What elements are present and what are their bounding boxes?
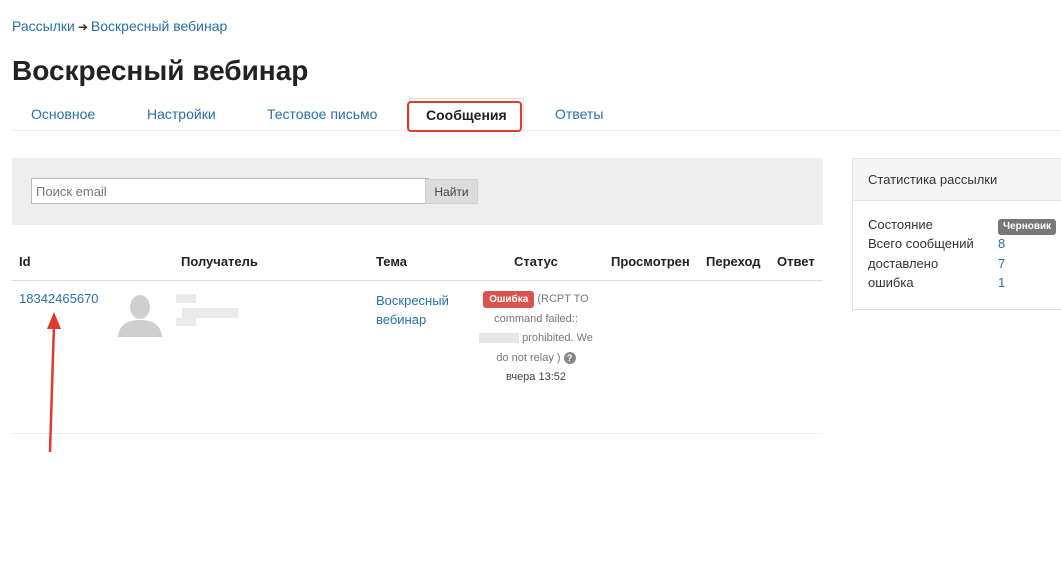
stats-error-label: ошибка xyxy=(868,275,914,290)
recipient-blurred-extra xyxy=(176,318,196,326)
stats-title: Статистика рассылки xyxy=(853,159,1061,201)
status-blurred-address xyxy=(479,333,520,344)
stats-state-label: Состояние xyxy=(868,217,933,232)
stats-state-value: Черновик xyxy=(998,217,1057,235)
tab-settings[interactable]: Настройки xyxy=(147,98,216,130)
draft-badge: Черновик xyxy=(998,219,1057,235)
breadcrumb-current-link[interactable]: Воскресный вебинар xyxy=(91,18,227,34)
table-header-divider xyxy=(12,280,823,281)
breadcrumb: Рассылки ➜ Воскресный вебинар xyxy=(12,18,227,34)
error-badge: Ошибка xyxy=(483,291,535,308)
stats-delivered-value[interactable]: 7 xyxy=(998,256,1005,271)
column-header-recipient: Получатель xyxy=(181,254,258,269)
tab-test-email[interactable]: Тестовое письмо xyxy=(267,98,377,130)
table-row-divider xyxy=(12,433,823,434)
search-panel: Найти xyxy=(12,158,823,225)
column-header-subject: Тема xyxy=(376,254,408,269)
status-time: вчера 13:52 xyxy=(505,371,567,383)
message-id-link[interactable]: 18342465670 xyxy=(19,291,99,306)
stats-total-label: Всего сообщений xyxy=(868,236,974,251)
recipient-blurred-name xyxy=(176,294,196,303)
column-header-click: Переход xyxy=(706,254,761,269)
tab-main[interactable]: Основное xyxy=(31,98,95,130)
message-status: Ошибка (RCPT TO command failed:: prohibi… xyxy=(478,290,594,388)
column-header-status: Статус xyxy=(514,254,558,269)
stats-delivered-label: доставлено xyxy=(868,256,939,271)
search-button[interactable]: Найти xyxy=(425,179,478,204)
annotation-arrow-icon xyxy=(47,312,61,453)
tab-bar: Основное Настройки Тестовое письмо Сообщ… xyxy=(12,98,1061,131)
search-email-input[interactable] xyxy=(31,178,429,204)
column-header-reply: Ответ xyxy=(777,254,815,269)
tab-replies[interactable]: Ответы xyxy=(555,98,603,130)
column-header-id: Id xyxy=(19,254,31,269)
breadcrumb-parent-link[interactable]: Рассылки xyxy=(12,18,75,34)
column-header-viewed: Просмотрен xyxy=(611,254,690,269)
mailing-stats-panel: Статистика рассылки Состояние Черновик В… xyxy=(852,158,1061,310)
recipient-blurred-email xyxy=(182,308,238,318)
stats-error-value[interactable]: 1 xyxy=(998,275,1005,290)
stats-total-value[interactable]: 8 xyxy=(998,236,1005,251)
message-subject-link[interactable]: Воскресный вебинар xyxy=(376,291,466,329)
help-question-icon[interactable]: ? xyxy=(563,351,576,364)
page-title: Воскресный вебинар xyxy=(12,55,309,86)
tab-messages[interactable]: Сообщения xyxy=(409,98,524,131)
breadcrumb-arrow-icon: ➜ xyxy=(77,20,88,34)
avatar-placeholder-icon xyxy=(117,291,163,337)
